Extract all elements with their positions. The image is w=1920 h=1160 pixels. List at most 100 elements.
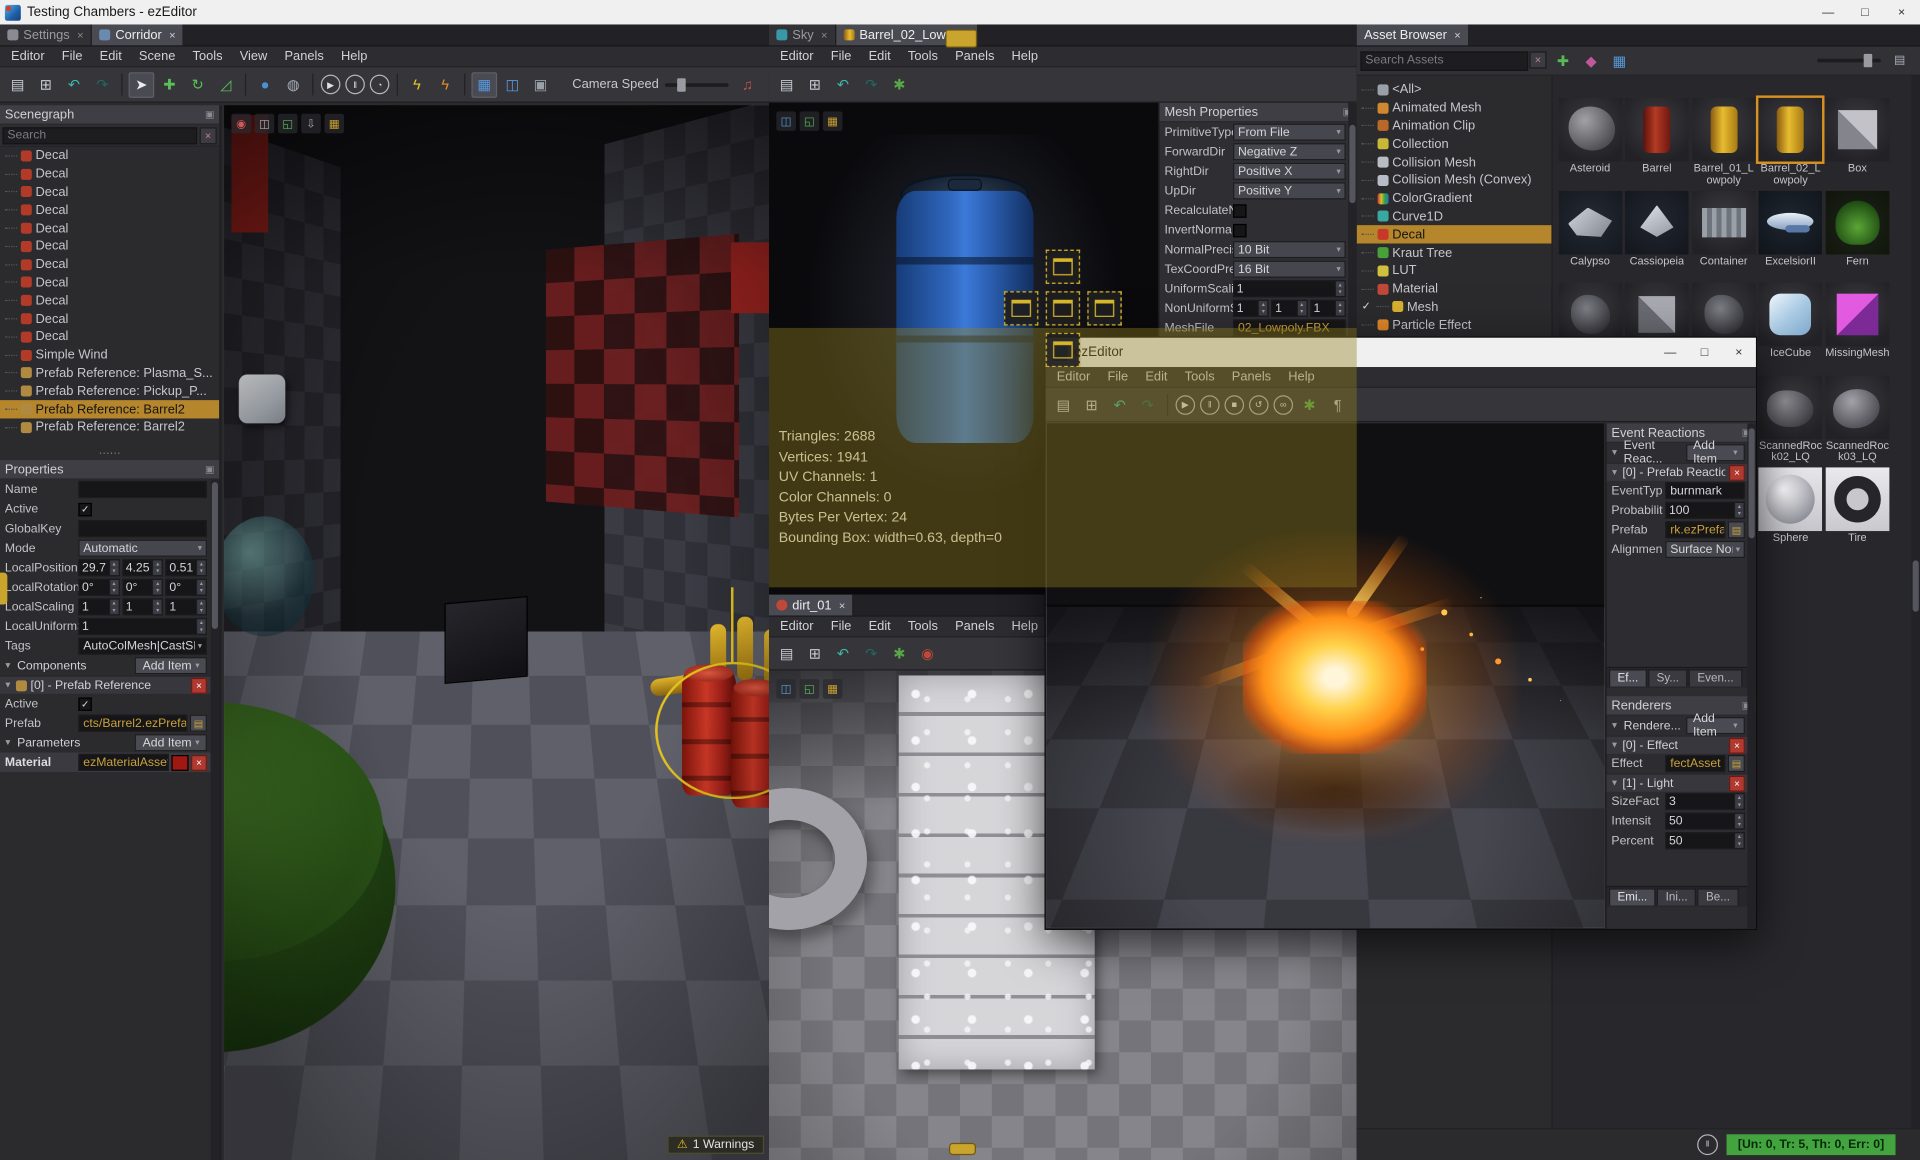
step-icon[interactable]: ◔ bbox=[369, 74, 390, 95]
dropdown[interactable]: 10 Bit ▾ bbox=[1233, 241, 1346, 259]
asset-category[interactable]: <All> bbox=[1357, 81, 1552, 99]
asset-item[interactable]: Container bbox=[1691, 190, 1756, 266]
scenegraph-item[interactable]: Prefab Reference: Plasma_S... bbox=[0, 364, 219, 382]
window-titlebar[interactable]: Testing Chambers - ezEditor — □ × bbox=[0, 0, 1920, 25]
number-spinner[interactable]: 0° ▴ ▾ bbox=[122, 578, 164, 596]
menu-help[interactable]: Help bbox=[332, 49, 376, 64]
dropdown[interactable]: Positive X ▾ bbox=[1233, 162, 1346, 180]
panel-tab[interactable]: Even... bbox=[1688, 669, 1743, 687]
slider-thumb[interactable] bbox=[677, 77, 686, 92]
save-icon[interactable]: ▤ bbox=[774, 641, 800, 667]
tab-corridor[interactable]: Corridor × bbox=[92, 24, 185, 46]
import-asset-icon[interactable]: ◆ bbox=[1578, 48, 1604, 74]
menu-tools[interactable]: Tools bbox=[899, 49, 946, 64]
material-asset-field[interactable]: ezMaterialAsset bbox=[78, 753, 169, 771]
text-field[interactable]: burnmark bbox=[1665, 482, 1745, 500]
asset-category[interactable]: Collision Mesh bbox=[1357, 153, 1552, 171]
layers-icon[interactable]: ◫ bbox=[254, 113, 275, 134]
scenegraph-item[interactable]: Decal bbox=[0, 237, 219, 255]
undo-icon[interactable]: ↶ bbox=[830, 641, 856, 667]
select-tool-icon[interactable]: ➤ bbox=[128, 71, 155, 98]
text-field[interactable] bbox=[78, 480, 207, 499]
rotate-tool-icon[interactable]: ↻ bbox=[185, 72, 211, 98]
number-spinner[interactable]: 3 ▴ ▾ bbox=[1665, 792, 1745, 811]
reaction-group-header[interactable]: ▼ [0] - Prefab Reaction × bbox=[1606, 462, 1756, 481]
active-checkbox[interactable]: ✓ bbox=[78, 696, 92, 711]
tab-close-icon[interactable]: × bbox=[821, 29, 827, 41]
number-spinner[interactable]: 1 ▴ ▾ bbox=[1271, 299, 1308, 317]
save-icon[interactable]: ▤ bbox=[774, 72, 800, 98]
world-space-icon[interactable]: ● bbox=[252, 72, 278, 98]
asset-category[interactable]: Animation Clip bbox=[1357, 117, 1552, 135]
prefab-reference-field[interactable]: cts/Barrel2.ezPrefab bbox=[78, 714, 188, 732]
camera-icon[interactable]: ◫ bbox=[776, 111, 796, 131]
browse-asset-button[interactable]: ▤ bbox=[1727, 754, 1745, 773]
add-parameter-button[interactable]: Add Item ▾ bbox=[135, 734, 207, 752]
asset-category[interactable]: Collection bbox=[1357, 135, 1552, 153]
asset-settings-icon[interactable]: ✱ bbox=[887, 72, 913, 98]
text-field[interactable] bbox=[78, 520, 207, 538]
asset-item[interactable]: Sphere bbox=[1758, 467, 1823, 544]
scenegraph-item[interactable]: Decal bbox=[0, 147, 219, 165]
scenegraph-item[interactable]: Simple Wind bbox=[0, 346, 219, 364]
number-spinner[interactable]: 1 ▴ ▾ bbox=[165, 598, 207, 616]
number-spinner[interactable]: 1 ▴ ▾ bbox=[78, 598, 120, 616]
tab-asset-browser[interactable]: Asset Browser × bbox=[1356, 24, 1470, 46]
dropdown[interactable]: 16 Bit ▾ bbox=[1233, 260, 1346, 278]
dropdown[interactable]: Surface Non ▾ bbox=[1665, 540, 1745, 558]
tab-close-icon[interactable]: × bbox=[77, 29, 83, 41]
tab-sky[interactable]: Sky × bbox=[768, 24, 837, 46]
menu-edit[interactable]: Edit bbox=[860, 49, 899, 64]
number-spinner[interactable]: 0° ▴ ▾ bbox=[165, 578, 207, 596]
dropdown[interactable]: Positive Y ▾ bbox=[1233, 182, 1346, 200]
camera-icon[interactable]: ◫ bbox=[776, 679, 796, 699]
component-group-header[interactable]: ▼ [0] - Prefab Reference × bbox=[0, 675, 211, 694]
menu-panels[interactable]: Panels bbox=[946, 49, 1002, 64]
number-spinner[interactable]: 50 ▴ ▾ bbox=[1665, 812, 1745, 830]
view-mode-icon[interactable]: ▦ bbox=[1607, 48, 1633, 74]
thumbnail-capture-icon[interactable]: ϟ bbox=[432, 72, 458, 98]
add-event-reaction-button[interactable]: Add Item ▾ bbox=[1685, 439, 1745, 466]
number-spinner[interactable]: 1 ▴ ▾ bbox=[122, 598, 164, 616]
collapse-caret-icon[interactable]: ▼ bbox=[1610, 448, 1618, 457]
translate-tool-icon[interactable]: ✚ bbox=[157, 72, 183, 98]
tab-settings[interactable]: Settings × bbox=[0, 24, 93, 46]
checkbox[interactable] bbox=[1233, 223, 1247, 237]
asset-item[interactable]: Asteroid bbox=[1558, 97, 1623, 174]
asset-category[interactable]: Curve1D bbox=[1357, 208, 1552, 226]
collapse-caret-icon[interactable]: ▼ bbox=[1610, 721, 1618, 730]
scenegraph-item[interactable]: Decal bbox=[0, 310, 219, 328]
asset-item[interactable]: ScannedRock02_LQ bbox=[1758, 375, 1823, 463]
dropdown[interactable]: Negative Z ▾ bbox=[1233, 143, 1346, 161]
save-all-icon[interactable]: ⊞ bbox=[802, 641, 828, 667]
remove-material-button[interactable]: × bbox=[191, 754, 207, 771]
maximize-viewport-icon[interactable]: ◱ bbox=[799, 111, 820, 131]
thumbnail-size-icon[interactable]: ▤ bbox=[1887, 48, 1913, 74]
redo-icon[interactable]: ↷ bbox=[89, 72, 115, 98]
menu-editor[interactable]: Editor bbox=[771, 619, 822, 634]
collapse-caret-icon[interactable]: ▼ bbox=[1610, 779, 1618, 788]
collapse-caret-icon[interactable]: ▼ bbox=[1610, 741, 1618, 750]
asset-item[interactable]: Barrel_01_Lowpoly bbox=[1691, 97, 1756, 186]
menu-help[interactable]: Help bbox=[1003, 49, 1047, 64]
snap-settings-icon[interactable]: ◍ bbox=[280, 72, 306, 98]
asset-category[interactable]: Material bbox=[1357, 280, 1552, 298]
remove-renderer-button[interactable]: × bbox=[1728, 775, 1745, 792]
scenegraph-item[interactable]: Decal bbox=[0, 328, 219, 346]
light-group-header[interactable]: ▼ [1] - Light × bbox=[1606, 773, 1756, 792]
asset-item[interactable]: ExcelsiorII bbox=[1758, 190, 1823, 266]
redo-icon[interactable]: ↷ bbox=[858, 641, 884, 667]
asset-item[interactable]: Calypso bbox=[1558, 190, 1623, 266]
close-button[interactable]: × bbox=[1722, 338, 1756, 367]
asset-category[interactable]: Kraut Tree bbox=[1357, 244, 1552, 262]
tab-close-icon[interactable]: × bbox=[1454, 29, 1460, 41]
scenegraph-item[interactable]: Decal bbox=[0, 165, 219, 183]
number-spinner[interactable]: 1 ▴ ▾ bbox=[1309, 299, 1346, 317]
minimize-button[interactable]: — bbox=[1653, 338, 1687, 367]
grid-icon[interactable]: ▦ bbox=[822, 679, 843, 699]
dropdown[interactable]: AutoColMesh|CastShadow▾ bbox=[78, 637, 207, 655]
tab-close-icon[interactable]: × bbox=[839, 599, 845, 611]
camera-speed-slider[interactable] bbox=[664, 77, 729, 92]
panel-tab[interactable]: Emi... bbox=[1608, 888, 1656, 906]
decal-preview-icon[interactable]: ◉ bbox=[915, 641, 941, 667]
